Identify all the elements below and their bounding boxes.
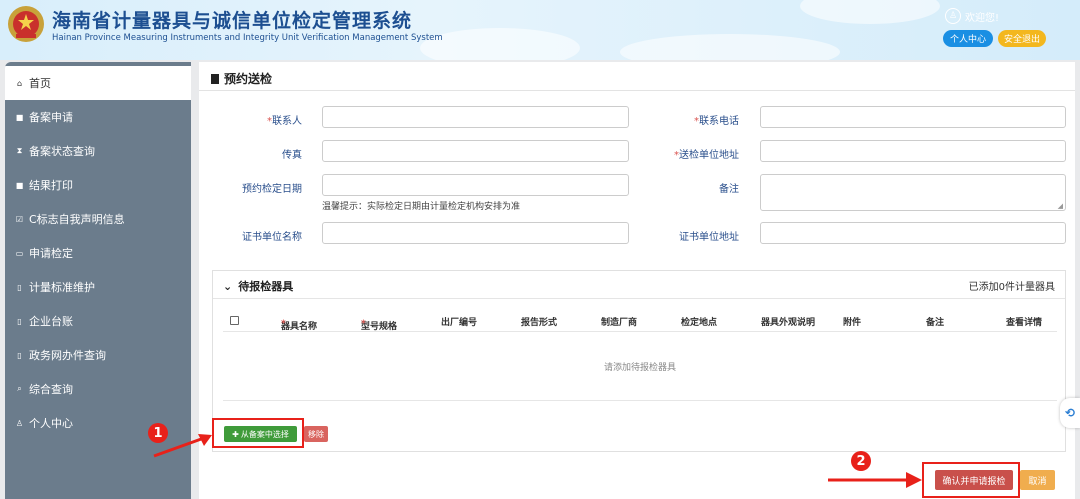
table-header: 器具名称 * 型号规格 * 出厂编号 报告形式 制造厂商 检定地点 器具外观说明 附… — [223, 311, 1057, 332]
unit-address-label: *送检单位地址 — [674, 150, 739, 161]
national-emblem-icon — [8, 6, 44, 42]
header-cloud — [620, 34, 840, 60]
sidebar-item-label: 首页 — [29, 77, 51, 90]
list-icon: ■ — [15, 112, 24, 122]
col-verification-site: 检定地点 — [681, 318, 718, 328]
main-content: 预约送检 *联系人 *联系电话 传真 *送检单位地址 预约检定日期 温馨提示：实… — [199, 62, 1075, 499]
col-view-detail: 查看详情 — [1006, 318, 1043, 328]
remove-button[interactable]: 移除 — [304, 426, 328, 442]
sidebar-item-label: 备案申请 — [29, 111, 73, 124]
sidebar-item-home[interactable]: ⌂ 首页 — [5, 66, 191, 100]
col-report-form: 报告形式 — [521, 318, 558, 328]
cert-unit-address-label: 证书单位地址 — [679, 232, 739, 243]
panel-header: ⌄ 待报检器具 已添加0件计量器具 — [213, 271, 1065, 299]
hourglass-icon: ⧗ — [16, 146, 23, 155]
date-tip: 温馨提示：实际检定日期由计量检定机构安排为准 — [322, 202, 521, 212]
section-title: 预约送检 — [211, 70, 272, 87]
sidebar-item-label: 个人中心 — [29, 417, 73, 430]
fax-field[interactable] — [322, 140, 629, 162]
pending-instruments-panel: ⌄ 待报检器具 已添加0件计量器具 器具名称 * 型号规格 * 出厂编号 报告形式 制… — [212, 270, 1066, 452]
contact-field[interactable] — [322, 106, 629, 128]
checkbox-icon: ☑ — [15, 214, 24, 224]
sidebar-item-gov-query[interactable]: ▯ 政务网办件查询 — [5, 338, 191, 372]
contact-phone-field[interactable] — [760, 106, 1066, 128]
empty-placeholder: 请添加待报检器具 — [603, 363, 676, 373]
sidebar-item-general-query[interactable]: ⌕ 综合查询 — [5, 372, 191, 406]
added-count: 已添加0件计量器具 — [968, 282, 1055, 293]
sidebar-item-label: 备案状态查询 — [29, 145, 95, 158]
sidebar-item-label: C标志自我声明信息 — [29, 213, 125, 226]
sidebar-item-standard-maintenance[interactable]: ▯ 计量标准维护 — [5, 270, 191, 304]
sidebar-item-label: 政务网办件查询 — [29, 349, 106, 362]
contact-label: *联系人 — [267, 116, 302, 127]
col-remark: 备注 — [926, 318, 945, 328]
user-icon: ♙ — [15, 418, 24, 428]
col-serial-number: 出厂编号 — [441, 318, 478, 328]
user-icon: ♙ — [945, 8, 961, 24]
sidebar-item-enterprise-ledger[interactable]: ▯ 企业台账 — [5, 304, 191, 338]
contact-phone-label: *联系电话 — [694, 116, 739, 127]
file-icon: ▯ — [17, 316, 22, 326]
file-icon: ▯ — [17, 282, 22, 292]
appointment-date-field[interactable] — [322, 174, 629, 196]
appointment-date-label: 预约检定日期 — [242, 184, 302, 195]
sidebar-item-label: 企业台账 — [29, 315, 73, 328]
remark-textarea[interactable]: ◢ — [760, 174, 1066, 211]
section-title-text: 预约送检 — [224, 72, 273, 86]
chevron-down-icon: ⌄ — [223, 280, 233, 293]
cert-unit-address-field[interactable] — [760, 222, 1066, 244]
select-all-checkbox[interactable] — [230, 316, 239, 325]
search-icon: ⌕ — [17, 384, 22, 393]
fax-label: 传真 — [282, 150, 302, 161]
sidebar-item-label: 结果打印 — [29, 179, 73, 192]
remark-label: 备注 — [719, 184, 739, 195]
welcome-text: 欢迎您! — [965, 12, 1000, 24]
annotation-arrow-2 — [828, 472, 922, 488]
col-manufacturer: 制造厂商 — [601, 318, 638, 328]
annotation-number-2: 2 — [851, 451, 871, 471]
col-attachment: 附件 — [843, 318, 862, 328]
home-icon: ⌂ — [16, 78, 23, 88]
app-title: 海南省计量器具与诚信单位检定管理系统 — [52, 10, 413, 32]
header-cloud — [800, 0, 940, 24]
resize-handle-icon[interactable]: ◢ — [1058, 202, 1063, 210]
personal-center-button[interactable]: 个人中心 — [943, 30, 993, 47]
divider — [199, 90, 1075, 91]
cert-unit-name-field[interactable] — [322, 222, 629, 244]
app-subtitle: Hainan Province Measuring Instruments an… — [52, 33, 443, 43]
sidebar-item-label: 申请检定 — [29, 247, 73, 260]
panel-title[interactable]: ⌄ 待报检器具 — [223, 278, 293, 294]
file-icon: ▯ — [17, 350, 22, 360]
col-appearance: 器具外观说明 — [761, 318, 816, 328]
sidebar-item-record-status[interactable]: ⧗ 备案状态查询 — [5, 134, 191, 168]
annotation-arrow-1 — [153, 434, 212, 458]
cert-unit-name-label: 证书单位名称 — [242, 232, 302, 243]
cancel-button[interactable]: 取消 — [1020, 470, 1055, 490]
sidebar-item-result-print[interactable]: ■ 结果打印 — [5, 168, 191, 202]
sidebar-item-record-apply[interactable]: ■ 备案申请 — [5, 100, 191, 134]
document-icon — [211, 73, 219, 84]
header-cloud — [420, 28, 580, 60]
print-icon: ■ — [15, 180, 24, 190]
sidebar-item-c-mark[interactable]: ☑ C标志自我声明信息 — [5, 202, 191, 236]
sidebar-item-apply-verification[interactable]: ▭ 申请检定 — [5, 236, 191, 270]
sidebar-item-label: 综合查询 — [29, 383, 73, 396]
annotation-box-1 — [212, 418, 304, 448]
card-icon: ▭ — [15, 248, 24, 258]
app-header: 海南省计量器具与诚信单位检定管理系统 Hainan Province Measu… — [0, 0, 1080, 60]
welcome-area: ♙ 欢迎您! — [945, 8, 999, 24]
annotation-box-2 — [922, 462, 1020, 498]
floating-help-icon[interactable]: ⟲ — [1060, 398, 1080, 428]
unit-address-field[interactable] — [760, 140, 1066, 162]
table-body: 请添加待报检器具 — [223, 331, 1057, 401]
sidebar-item-label: 计量标准维护 — [29, 281, 95, 294]
logout-button[interactable]: 安全退出 — [998, 30, 1046, 47]
